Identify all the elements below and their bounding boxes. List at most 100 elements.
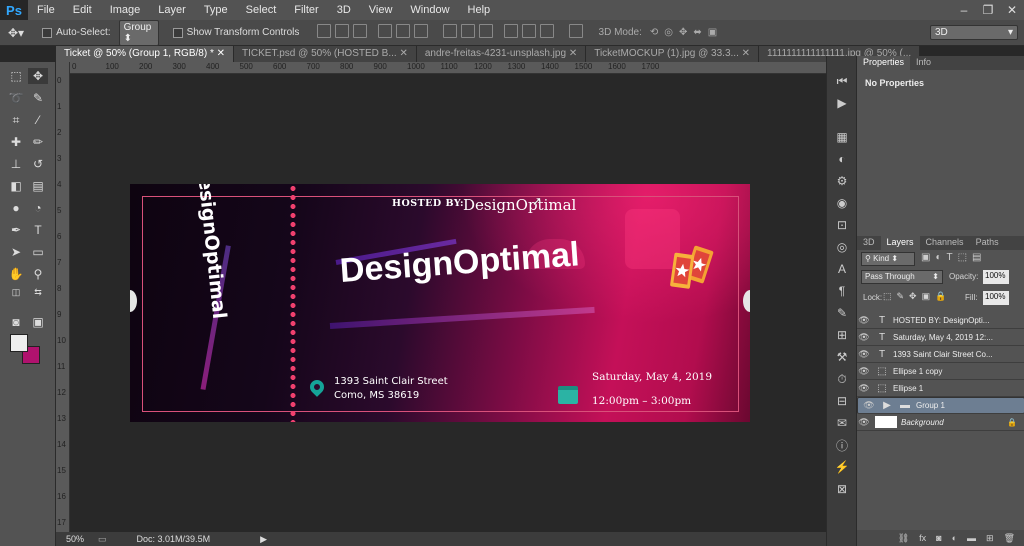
align-right-icon[interactable]	[414, 24, 429, 38]
tab-ticket[interactable]: Ticket @ 50% (Group 1, RGB/8) * ✕	[56, 46, 235, 62]
layer-row[interactable]: 👁 T 1393 Saint Clair Street Co...	[857, 346, 1024, 363]
move-tool-preset-icon[interactable]: ✥▾	[8, 26, 24, 40]
foreground-color-swatch[interactable]	[10, 334, 28, 352]
fill-input[interactable]: 100%	[983, 291, 1009, 305]
dodge-tool-icon[interactable]: ◔	[28, 200, 48, 216]
move-tool-icon[interactable]: ✥	[28, 68, 48, 84]
quick-mask-icon[interactable]: ◙	[6, 314, 26, 330]
distribute-top-icon[interactable]	[442, 24, 457, 38]
clone-source-icon[interactable]: ⊞	[835, 328, 849, 342]
zoom-level[interactable]: 50%	[66, 534, 84, 544]
tab-close-icon[interactable]: ✕	[399, 48, 407, 59]
layer-filter-kind-dropdown[interactable]: ⚲ Kind ⬍	[861, 252, 915, 266]
opacity-input[interactable]: 100%	[983, 270, 1009, 284]
tab-close-icon[interactable]: ✕	[569, 48, 577, 59]
layer-row[interactable]: 👁 ⬚ Ellipse 1 copy	[857, 363, 1024, 380]
layer-filter-icons[interactable]: ▣◐T⬚▤	[921, 252, 987, 263]
path-select-tool-icon[interactable]: ➤	[6, 244, 26, 260]
auto-select-dropdown[interactable]: Group ⬍	[118, 19, 159, 46]
layer-row[interactable]: 👁 Background 🔒	[857, 414, 1024, 431]
eye-icon[interactable]: 👁	[862, 400, 876, 411]
default-colors-icon[interactable]: ◫	[6, 284, 26, 300]
menu-file[interactable]: File	[28, 4, 64, 16]
layer-row[interactable]: 👁 ⬚ Ellipse 1	[857, 380, 1024, 397]
menu-select[interactable]: Select	[237, 4, 286, 16]
info-icon[interactable]: ⓘ	[835, 438, 849, 453]
status-icon[interactable]: ▭	[98, 534, 107, 545]
menu-view[interactable]: View	[360, 4, 402, 16]
tab-mockup[interactable]: TicketMOCKUP (1).jpg @ 33.3... ✕	[586, 46, 760, 62]
tab-properties[interactable]: Properties	[857, 56, 911, 70]
eye-icon[interactable]: 👁	[857, 366, 871, 377]
history-brush-tool-icon[interactable]: ↺	[28, 156, 48, 172]
type-tool-icon[interactable]: T	[28, 222, 48, 238]
tab-channels[interactable]: Channels	[920, 236, 970, 250]
lock-icons[interactable]: ⬚✎✥▣🔒	[883, 291, 951, 302]
paragraph-icon[interactable]: ¶	[835, 284, 849, 298]
hand-tool-icon[interactable]: ✋	[6, 266, 26, 282]
menu-help[interactable]: Help	[459, 4, 500, 16]
auto-select-checkbox[interactable]	[42, 27, 53, 38]
gradient-tool-icon[interactable]: ▤	[28, 178, 48, 194]
lasso-tool-icon[interactable]: ➰	[6, 90, 26, 106]
delete-layer-icon[interactable]: 🗑	[1004, 533, 1015, 544]
close-icon[interactable]: ✕	[1000, 0, 1024, 20]
eraser-tool-icon[interactable]: ◧	[6, 178, 26, 194]
layer-row-selected[interactable]: 👁 ▶ ▬ Group 1	[857, 397, 1024, 414]
eye-icon[interactable]: 👁	[857, 315, 871, 326]
tool-presets-icon[interactable]: ⚒	[835, 350, 849, 364]
blur-tool-icon[interactable]: ●	[6, 200, 26, 216]
blend-mode-dropdown[interactable]: Pass Through ⬍	[861, 270, 943, 284]
3d-mode-icons[interactable]: ⟲◎✥⬌▣	[650, 27, 723, 38]
eye-icon[interactable]: 👁	[857, 332, 871, 343]
layer-row[interactable]: 👁 T Saturday, May 4, 2019 12:...	[857, 329, 1024, 346]
align-bottom-icon[interactable]	[353, 24, 368, 38]
swap-colors-icon[interactable]: ⇆	[28, 284, 48, 300]
add-mask-icon[interactable]: ◙	[936, 533, 941, 543]
layer-row[interactable]: 👁 T HOSTED BY: DesignOpti...	[857, 312, 1024, 329]
menu-filter[interactable]: Filter	[285, 4, 327, 16]
swatches-icon[interactable]: ▦	[835, 130, 849, 144]
zoom-tool-icon[interactable]: ⚲	[28, 266, 48, 282]
group-expand-icon[interactable]: ▶	[880, 400, 894, 412]
healing-brush-tool-icon[interactable]: ✚	[6, 134, 26, 150]
tab-close-icon[interactable]: ✕	[742, 48, 750, 59]
adjustments-icon[interactable]: ⚙	[835, 174, 849, 188]
ticket-canvas[interactable]: DesignOptimal HOSTED BY: DesignOptimal D…	[130, 184, 750, 422]
eye-icon[interactable]: 👁	[857, 349, 871, 360]
new-group-icon[interactable]: ▬	[967, 533, 976, 543]
pen-tool-icon[interactable]: ✒	[6, 222, 26, 238]
menu-edit[interactable]: Edit	[64, 4, 101, 16]
tab-unsplash[interactable]: andre-freitas-4231-unsplash.jpg ✕	[416, 46, 587, 62]
new-layer-icon[interactable]: ⊞	[986, 533, 994, 544]
distribute-vcenter-icon[interactable]	[460, 24, 475, 38]
status-menu-arrow-icon[interactable]: ▶	[260, 534, 267, 545]
color-icon[interactable]: ◐	[835, 152, 849, 166]
crop-tool-icon[interactable]: ⌗	[6, 112, 26, 128]
properties-toggle-icon[interactable]: ⊠	[835, 482, 849, 496]
menu-image[interactable]: Image	[101, 4, 150, 16]
quick-select-tool-icon[interactable]: ✎	[28, 90, 48, 106]
align-left-icon[interactable]	[378, 24, 393, 38]
link-layers-icon[interactable]: ⛓	[898, 533, 909, 544]
align-hcenter-icon[interactable]	[396, 24, 411, 38]
eyedropper-tool-icon[interactable]: ⁄	[28, 112, 48, 128]
glyphs-icon[interactable]: ⚡	[835, 460, 850, 474]
menu-3d[interactable]: 3D	[328, 4, 360, 16]
tab-paths[interactable]: Paths	[970, 236, 1005, 250]
align-top-icon[interactable]	[317, 24, 332, 38]
rectangle-tool-icon[interactable]: ▭	[28, 244, 48, 260]
screen-mode-icon[interactable]: ▣	[28, 314, 48, 330]
auto-align-icon[interactable]	[568, 24, 583, 38]
timeline-icon[interactable]: ⏱	[835, 372, 849, 386]
tab-close-icon[interactable]: ✕	[217, 48, 225, 59]
distribute-bottom-icon[interactable]	[478, 24, 493, 38]
menu-layer[interactable]: Layer	[149, 4, 195, 16]
tab-info[interactable]: Info	[910, 56, 937, 70]
brush-presets-icon[interactable]: ✎	[835, 306, 849, 320]
restore-icon[interactable]: ❐	[976, 0, 1000, 20]
character-icon[interactable]: A	[835, 262, 849, 276]
eye-icon[interactable]: 👁	[857, 383, 871, 394]
eye-icon[interactable]: 👁	[857, 417, 871, 428]
measurement-icon[interactable]: ⊟	[835, 394, 849, 408]
